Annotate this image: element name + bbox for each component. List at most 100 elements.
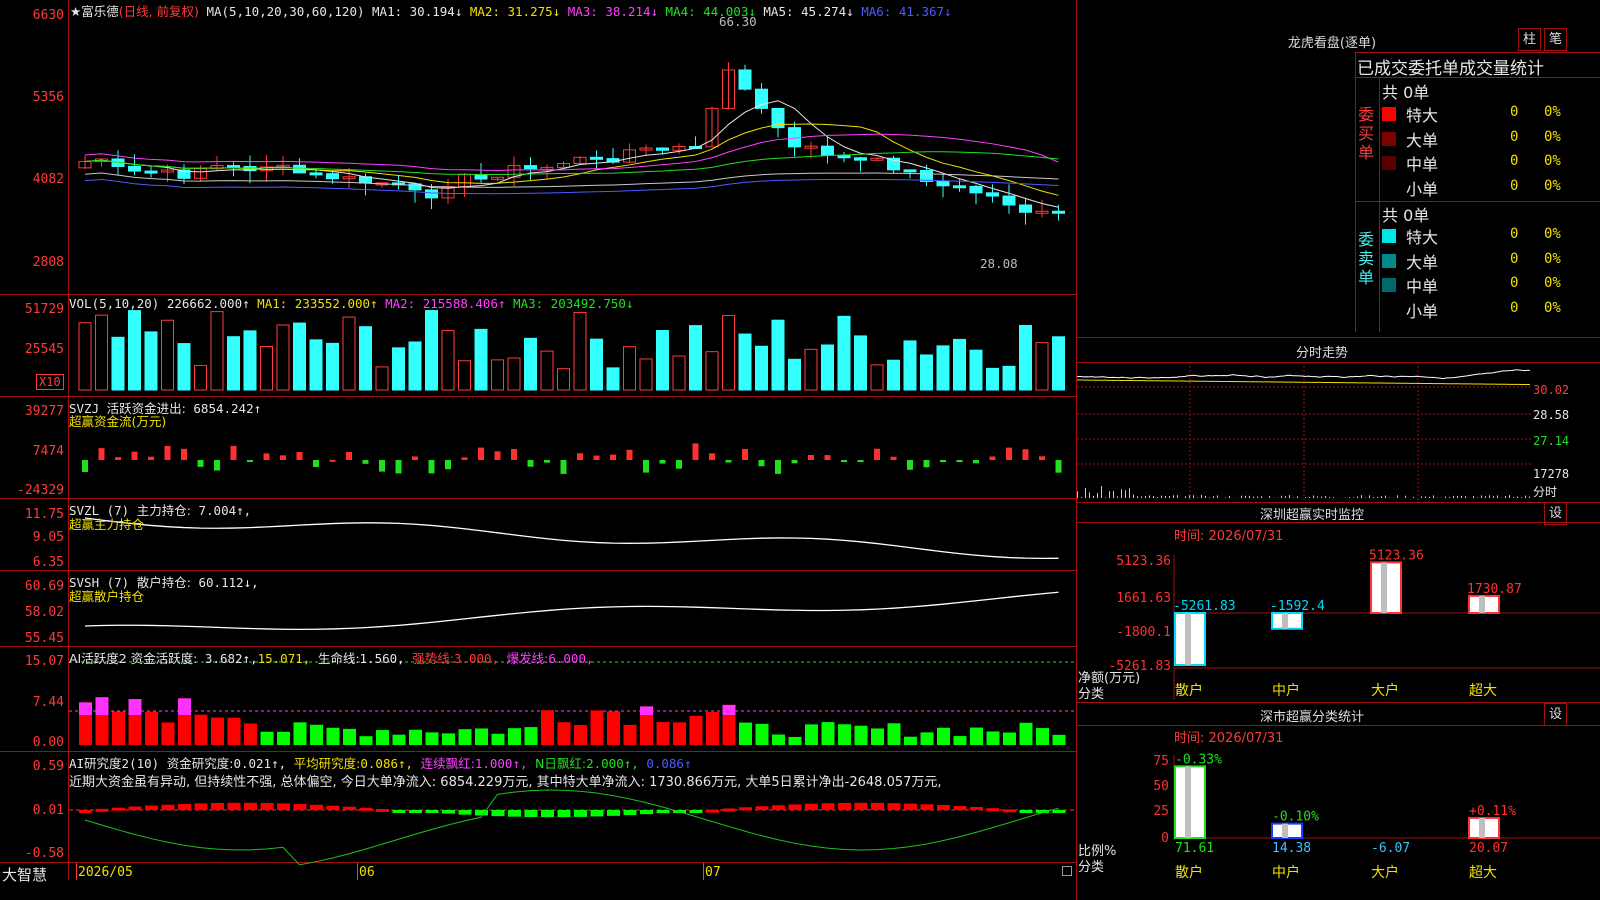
candle	[474, 174, 488, 180]
volume-tick	[1161, 495, 1162, 498]
flow-bar	[923, 460, 930, 468]
kline-chart-area[interactable]: ★富乐德(日线, 前复权) MA(5,10,20,30,60,120) MA1:…	[0, 0, 1077, 900]
activity-bar	[227, 717, 241, 745]
flow-bar	[544, 460, 550, 463]
monitor-y-label: 1661.63	[1116, 591, 1171, 606]
stats-bar-value: -6.07	[1371, 841, 1410, 856]
buy-value: 0	[1510, 128, 1519, 145]
activity-bar	[326, 727, 340, 745]
volume-tick	[1209, 497, 1210, 498]
volume-tick	[1169, 496, 1170, 498]
stats-bar-shade	[1282, 823, 1288, 838]
stats-settings-button[interactable]: 设	[1544, 703, 1567, 726]
volume-bar	[573, 311, 587, 391]
svzl-y-label: 9.05	[32, 530, 64, 545]
volume-tick	[1405, 495, 1406, 498]
vol-param: VOL(5,10,20)	[69, 296, 160, 311]
lock-icon[interactable]	[1062, 866, 1072, 876]
volume-tick	[1453, 495, 1454, 498]
activity-bar	[277, 731, 290, 745]
volume-bar	[804, 348, 818, 391]
activity-bar	[293, 722, 307, 745]
flow-bar	[131, 451, 138, 460]
volume-tick	[1529, 496, 1530, 498]
volume-bar	[689, 325, 702, 391]
volume-tick	[1173, 495, 1174, 498]
volume-bar	[128, 310, 141, 391]
research-bar	[805, 803, 818, 810]
sell-label: 特大	[1406, 228, 1439, 247]
ai-activity-y-label: 15.07	[24, 654, 64, 669]
pen-mode-button[interactable]: 笔	[1544, 28, 1567, 51]
vol-ma-value-3: MA3: 203492.750↓	[505, 296, 634, 311]
intraday-chart[interactable]	[1077, 362, 1532, 500]
vol-value: 226662.000↑	[166, 296, 250, 311]
monitor-bar-shade	[1381, 562, 1387, 613]
sell-value: 0	[1510, 275, 1519, 291]
volume-bar	[788, 358, 801, 391]
ai-activity-y-label: 7.44	[32, 695, 64, 710]
x-date-label: 06	[359, 865, 375, 880]
activity-bar	[260, 731, 274, 745]
volume-bar	[821, 344, 834, 391]
x-tick	[357, 863, 358, 880]
volume-bar	[953, 338, 966, 391]
research-bar	[590, 810, 604, 817]
order-stats-tab[interactable]: 已成交委托单成交量统计	[1357, 54, 1544, 79]
volume-bar	[590, 338, 603, 391]
activity-bar	[755, 723, 769, 745]
sell-label: 中单	[1406, 277, 1439, 296]
monitor-chart: 5123.361661.63-1800.1-5261.83-5261.83散户-…	[1108, 548, 1600, 700]
candle	[309, 172, 323, 176]
volume-bar	[491, 359, 504, 391]
volume-bar	[326, 342, 339, 391]
activity-bar	[1003, 732, 1016, 745]
activity-bar	[1019, 722, 1033, 745]
divider	[1077, 725, 1600, 726]
stats-time: 时间: 2026/07/31	[1174, 731, 1284, 746]
research-bar	[376, 808, 389, 812]
flow-bar	[511, 449, 517, 460]
flow-bar	[742, 448, 748, 460]
indicator-chart-canvas[interactable]	[69, 0, 1076, 880]
stats-chart: 75 50 25 0 -0.33% 71.61 散户 -0.10% 14.38 中户 -6.07 大户…	[1153, 752, 1600, 881]
activity-bar	[1052, 734, 1066, 745]
activity-bar	[194, 714, 208, 745]
bar-mode-button[interactable]: 柱	[1518, 28, 1541, 51]
volume-tick	[1213, 496, 1214, 498]
buy-side-label: 委买单	[1358, 105, 1375, 162]
research-bar	[145, 805, 158, 810]
retail-holding-line	[84, 591, 1059, 630]
research-bar	[442, 810, 455, 814]
monitor-axis-sub: 分类	[1078, 687, 1105, 702]
ma-line	[84, 123, 1059, 196]
nday-red-label: N日飘红:	[535, 756, 587, 771]
research-bar	[326, 805, 340, 810]
activity-bar	[458, 729, 472, 745]
candle	[854, 157, 867, 161]
volume-bar	[392, 347, 405, 391]
stats-bar-pct: +0.11%	[1469, 804, 1516, 819]
research-bar	[887, 803, 901, 810]
life-line-label: 生命线:	[317, 651, 360, 666]
research-bar	[1003, 809, 1016, 813]
volume-tick	[1093, 495, 1094, 498]
legend-swatch	[1382, 278, 1396, 292]
stats-title: 深市超赢分类统计	[1259, 710, 1364, 725]
vol-unit-label: X10	[36, 374, 64, 390]
activity-bar	[920, 732, 934, 745]
volume-bar	[458, 360, 471, 391]
ai-activity-title: AI活跃度2 资金活跃度:	[69, 651, 198, 666]
volume-bar	[837, 315, 851, 391]
vol-ma-values: MA1: 233552.000↑ MA2: 215588.406↑ MA3: 2…	[250, 296, 634, 311]
intraday-title: 分时走势	[1295, 346, 1348, 361]
volume-bar	[887, 359, 900, 391]
research-bar	[541, 810, 554, 818]
avg-research-value: 0.086↑,	[360, 756, 414, 771]
volume-tick	[1325, 495, 1326, 498]
activity-bar	[970, 727, 983, 745]
research-bar	[458, 810, 472, 815]
low-price-label: 28.08	[980, 256, 1018, 271]
flow-bar	[494, 451, 501, 460]
flow-bar	[610, 454, 616, 460]
